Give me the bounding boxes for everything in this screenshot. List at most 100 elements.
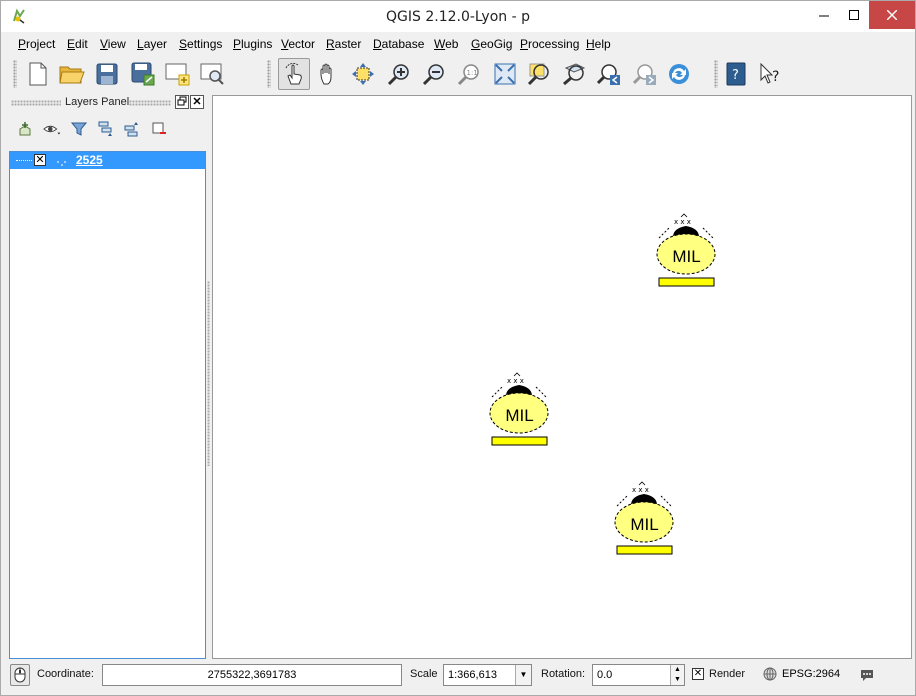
toolbar-grip[interactable]: [714, 60, 718, 88]
toolbar-grip[interactable]: [267, 60, 271, 88]
menu-help[interactable]: Help: [586, 37, 611, 51]
whats-this-button[interactable]: ?: [757, 60, 785, 88]
filter-icon: [71, 122, 87, 136]
zoom-last-button[interactable]: [595, 60, 623, 88]
remove-layer-icon: [152, 122, 166, 134]
layers-panel-header[interactable]: Layers Panel: [7, 94, 207, 112]
crs-button[interactable]: EPSG:2964: [763, 667, 843, 683]
save-project-button[interactable]: [93, 60, 121, 88]
zoom-full-button[interactable]: [491, 60, 519, 88]
add-group-icon: [19, 122, 31, 136]
remove-layer-button[interactable]: [149, 119, 169, 139]
composer-manager-icon: [200, 63, 224, 85]
refresh-icon: [669, 64, 689, 84]
symbol-label: MIL: [672, 247, 701, 266]
zoom-out-button[interactable]: [420, 60, 448, 88]
menu-web[interactable]: Web: [434, 37, 458, 51]
symbol-label: MIL: [630, 515, 659, 534]
help-contents-button[interactable]: ?: [722, 60, 750, 88]
pan-button[interactable]: [315, 60, 343, 88]
new-project-icon: [29, 62, 47, 86]
layer-type-icon: [56, 157, 66, 166]
minimize-icon: [819, 15, 829, 17]
menu-edit[interactable]: Edit: [67, 37, 88, 51]
menu-project[interactable]: Project: [18, 37, 55, 51]
layer-row-2525[interactable]: ✕ 2525: [10, 152, 205, 169]
render-label: Render: [709, 668, 746, 680]
messages-toggle-button[interactable]: [10, 664, 30, 686]
scale-combobox[interactable]: 1:366,613 ▼: [443, 664, 532, 686]
menu-view[interactable]: View: [100, 37, 126, 51]
filter-legend-button[interactable]: [69, 119, 89, 139]
point-layer-icon: [57, 161, 66, 166]
layer-name: 2525: [76, 153, 103, 167]
log-messages-button[interactable]: [859, 667, 875, 683]
restore-icon: [177, 96, 187, 106]
float-panel-button[interactable]: [175, 95, 189, 109]
zoom-to-selection-icon: [527, 63, 549, 86]
svg-text:x x x: x x x: [507, 377, 524, 385]
expand-all-button[interactable]: [96, 119, 116, 139]
globe-icon: [763, 667, 777, 681]
maximize-icon: [849, 10, 859, 20]
military-symbol[interactable]: x x x MIL: [651, 212, 721, 292]
rotation-spinbox[interactable]: 0.0 ▲ ▼: [592, 664, 685, 686]
collapse-all-button[interactable]: [122, 119, 142, 139]
chevron-down-icon[interactable]: ▼: [515, 665, 531, 685]
eye-icon: [43, 125, 61, 135]
title-bar: QGIS 2.12.0-Lyon - p: [1, 1, 915, 32]
pan-to-selection-button[interactable]: [349, 60, 377, 88]
zoom-in-button[interactable]: [385, 60, 413, 88]
add-group-button[interactable]: [15, 119, 35, 139]
menu-processing[interactable]: Processing: [520, 37, 579, 51]
pan-icon: [320, 63, 332, 85]
zoom-next-button[interactable]: [631, 60, 659, 88]
mouse-icon: [14, 667, 26, 683]
close-panel-button[interactable]: [190, 95, 204, 109]
close-button[interactable]: [869, 1, 915, 29]
new-print-composer-button[interactable]: [163, 60, 191, 88]
composer-manager-button[interactable]: [198, 60, 226, 88]
panel-splitter[interactable]: [207, 281, 210, 466]
menu-plugins[interactable]: Plugins: [233, 37, 272, 51]
symbol-label: MIL: [505, 406, 534, 425]
zoom-to-layer-button[interactable]: [560, 60, 588, 88]
speech-bubble-icon: [861, 670, 873, 681]
svg-text:?: ?: [732, 68, 739, 83]
map-canvas[interactable]: x x x MIL x x x MIL x x x MIL: [212, 95, 912, 659]
zoom-to-selection-button[interactable]: [525, 60, 553, 88]
whats-this-icon: ?: [760, 62, 779, 85]
military-symbol[interactable]: x x x MIL: [609, 480, 679, 560]
layer-tree[interactable]: ✕ 2525: [9, 151, 206, 659]
crs-label: EPSG:2964: [782, 668, 841, 680]
menu-bar: Project Edit View Layer Settings Plugins…: [1, 33, 915, 55]
close-icon: [193, 97, 201, 105]
menu-geogig[interactable]: GeoGig: [471, 37, 512, 51]
manage-layer-visibility-button[interactable]: [43, 119, 63, 139]
refresh-button[interactable]: [665, 60, 693, 88]
status-bar: Coordinate: 2755322,3691783 Scale 1:366,…: [1, 660, 915, 695]
menu-vector[interactable]: Vector: [281, 37, 315, 51]
toolbar-grip[interactable]: [13, 60, 17, 88]
expand-all-icon: [98, 121, 112, 136]
coordinate-label: Coordinate:: [37, 668, 94, 680]
menu-raster[interactable]: Raster: [326, 37, 361, 51]
zoom-actual-size-button[interactable]: 1:1: [455, 60, 483, 88]
new-print-composer-icon: [165, 63, 190, 86]
new-project-button[interactable]: [24, 60, 52, 88]
military-symbol[interactable]: x x x MIL: [484, 371, 554, 451]
layers-panel-toolbar: [7, 116, 207, 142]
coordinate-field[interactable]: 2755322,3691783: [102, 664, 402, 686]
render-checkbox[interactable]: ✕: [692, 668, 704, 680]
save-as-button[interactable]: [129, 60, 157, 88]
touch-zoom-pan-button[interactable]: [278, 58, 310, 90]
svg-text:x x x: x x x: [674, 218, 691, 226]
menu-database[interactable]: Database: [373, 37, 424, 51]
open-project-button[interactable]: [58, 60, 86, 88]
qgis-window: QGIS 2.12.0-Lyon - p Project Edit View L…: [0, 0, 916, 696]
layer-visibility-checkbox[interactable]: ✕: [34, 154, 46, 166]
menu-layer[interactable]: Layer: [137, 37, 167, 51]
rotation-value: 0.0: [597, 669, 613, 681]
spin-arrows-icon[interactable]: ▲ ▼: [670, 665, 684, 685]
menu-settings[interactable]: Settings: [179, 37, 222, 51]
